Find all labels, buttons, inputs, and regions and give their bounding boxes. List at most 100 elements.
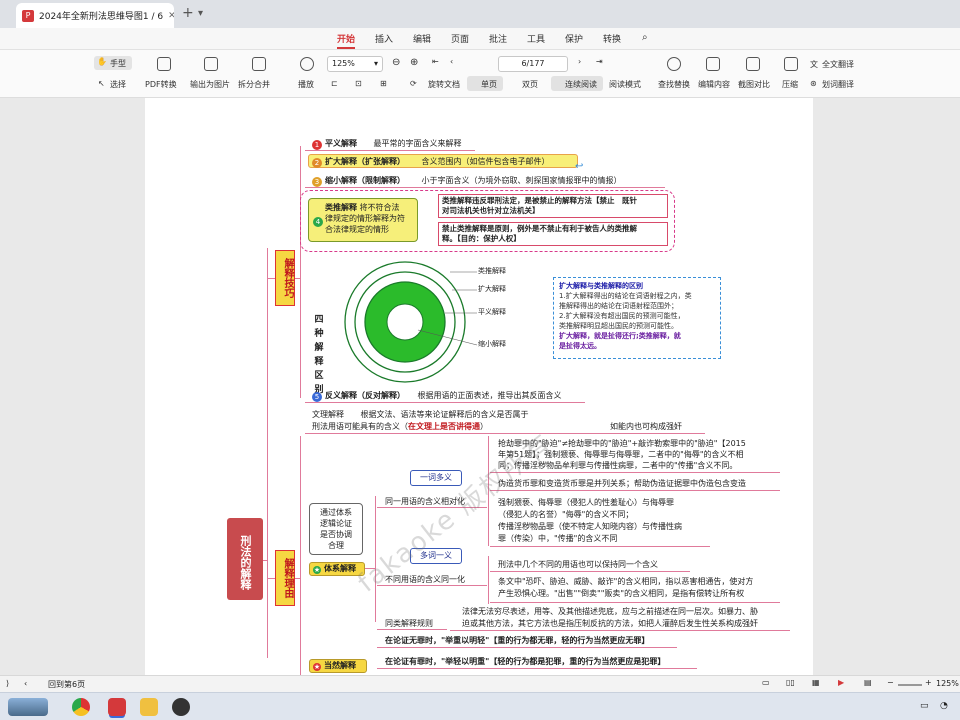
grid-icon[interactable]: ▦ [812, 678, 820, 687]
new-tab-button[interactable]: + [182, 5, 194, 21]
side-char: 四 [314, 315, 324, 325]
systematic-box-line: 合理 [328, 541, 344, 550]
last-page-icon[interactable]: ⇥ [596, 57, 603, 66]
difference-summary: 是扯得太远。 [559, 342, 601, 350]
nav-icon[interactable]: ‹ [24, 679, 27, 688]
menu-tools[interactable]: 工具 [527, 32, 545, 45]
zoom-out-icon[interactable]: ⊖ [392, 57, 400, 68]
first-page-icon[interactable]: ⇤ [432, 57, 439, 66]
nav-prev-icon[interactable]: ⟩ [6, 679, 9, 688]
play-icon [300, 57, 314, 71]
fit-page-icon[interactable]: ⊡ [355, 79, 362, 88]
systematic-box: 通过体系 逻辑论证 是否协调 合理 [309, 503, 363, 555]
zoom-slider[interactable] [898, 684, 922, 686]
underline [305, 187, 665, 188]
pdf-convert-button[interactable]: PDF转换 [145, 79, 177, 90]
underline [490, 490, 780, 491]
rotate-doc-button[interactable]: 旋转文档 [428, 79, 460, 90]
read-icon[interactable]: ▤ [864, 678, 872, 687]
back-to-page-link[interactable]: 回到第6页 [48, 679, 85, 690]
pdf-icon: P [22, 9, 34, 22]
underline [377, 629, 447, 630]
document-viewport[interactable]: 刑法的解释 解释技巧 解释理由 1 平义解释 最平常的字面含义来解释 2 扩大解释（… [0, 98, 960, 675]
export-image-button[interactable]: 输出为图片 [190, 79, 230, 90]
screenshot-compare-button[interactable]: 截图对比 [738, 79, 770, 90]
node-analogy-title: 类推解释 [325, 203, 357, 212]
node-opposite-desc: 根据用语的正面表述，推导出其反面含义 [417, 391, 562, 400]
page-number-value: 6/177 [521, 59, 545, 68]
play-mode-icon[interactable]: ▶ [838, 678, 844, 687]
rotate-icon: ⟳ [410, 79, 417, 88]
status-zoom: 125% [936, 679, 959, 688]
circle-label-literal: 平义解释 [478, 308, 506, 316]
minus-icon[interactable]: − [887, 678, 894, 687]
rule-crime: 在论证有罪时，"举轻以明重"【轻的行为都是犯罪，重的行为当然更应是犯罪】 [385, 657, 666, 666]
page-number-input[interactable]: 6/177 [498, 56, 568, 72]
tab-menu-button[interactable]: ▾ [198, 8, 203, 19]
continuous-read-button[interactable]: 连续阅读 [551, 76, 603, 91]
search-icon[interactable]: ⌕ [642, 32, 648, 43]
menu-protect[interactable]: 保护 [565, 32, 583, 45]
double-layout-icon[interactable]: ▯▯ [786, 678, 795, 687]
pdf-app-icon[interactable] [108, 698, 126, 716]
compress-button[interactable]: 压缩 [782, 79, 798, 90]
system-tray-icon[interactable]: ◔ [940, 701, 948, 711]
next-page-icon[interactable]: › [578, 57, 581, 66]
chevron-down-icon: ▾ [373, 59, 378, 68]
screenshot-compare-icon [746, 57, 760, 71]
hand-tool-button[interactable]: ✋ 手型 [94, 56, 132, 70]
analogy-note-text: 类推解释违反罪刑法定，是被禁止的解释方法【禁止 既针 [442, 196, 637, 205]
number-badge-5: 5 [312, 392, 322, 402]
menu-convert[interactable]: 转换 [603, 32, 621, 45]
single-page-button[interactable]: 单页 [467, 76, 503, 91]
document-tab[interactable]: P 2024年全新刑法思维导图1 / 6 ✕ [16, 3, 174, 28]
node-expand-title: 扩大解释（扩张解释） [325, 157, 405, 166]
prev-page-icon[interactable]: ‹ [450, 57, 453, 66]
branch-reason: 解释理由 [275, 550, 295, 606]
double-page-button[interactable]: 双页 [522, 79, 538, 90]
tag-label: 一词多义 [420, 473, 452, 482]
play-button[interactable]: 播放 [298, 79, 314, 90]
menu-annotate[interactable]: 批注 [489, 32, 507, 45]
menu-edit[interactable]: 编辑 [413, 32, 431, 45]
layout-icon[interactable]: ▭ [762, 678, 770, 687]
notification-icon[interactable]: ▭ [920, 701, 929, 711]
explorer-icon[interactable] [140, 698, 158, 716]
menu-insert[interactable]: 插入 [375, 32, 393, 45]
example-threat: 条文中"恐吓、胁迫、威胁、敲诈"的含义相同，指以恶害相通告，使对方 产生恐惧心理… [498, 576, 753, 600]
find-replace-button[interactable]: 查找替换 [658, 79, 690, 90]
node-expand-desc: 含义范围内（如信件包含电子邮件） [421, 157, 550, 166]
edit-content-button[interactable]: 编辑内容 [698, 79, 730, 90]
read-mode-button[interactable]: 阅读模式 [609, 79, 641, 90]
full-translate-button[interactable]: 全文翻译 [822, 59, 854, 70]
number-badge-2: 2 [312, 158, 322, 168]
zoom-select[interactable]: 125% ▾ [327, 56, 383, 72]
root-label: 刑法的解释 [239, 534, 252, 590]
actual-size-icon[interactable]: ⊞ [380, 79, 387, 88]
split-merge-button[interactable]: 拆分合并 [238, 79, 270, 90]
obs-icon[interactable] [172, 698, 190, 716]
close-icon[interactable]: ✕ [168, 11, 174, 21]
word-translate-icon: ⊛ [810, 79, 817, 88]
example-insult: 强制猥亵、侮辱罪（侵犯人的性羞耻心）与侮辱罪 （侵犯人的名誉）"侮辱"的含义不同… [498, 497, 682, 545]
menu-home[interactable]: 开始 [337, 32, 356, 49]
node-textual-line2: 刑法用语可能具有的含义（在文理上是否讲得通） [312, 421, 488, 432]
menu-page[interactable]: 页面 [451, 32, 469, 45]
select-tool-button[interactable]: 选择 [110, 79, 126, 90]
zoom-value: 125% [332, 59, 355, 68]
tree-line [267, 248, 268, 658]
toolbar: ✋ 手型 ↖ 选择 PDF转换 输出为图片 拆分合并 播放 125% ▾ ⊖ ⊕… [0, 50, 960, 98]
handwritten-note: 如能内也可构成强奸 [610, 422, 682, 431]
node-expand: 2 扩大解释（扩张解释） 含义范围内（如信件包含电子邮件） [312, 156, 550, 168]
export-image-icon [204, 57, 218, 71]
plus-icon[interactable]: + [925, 678, 932, 687]
example-text: 法律无法穷尽表述，用等、及其他描述兜底，应与之前描述在同一层次。如暴力、胁 [462, 607, 758, 616]
word-translate-button[interactable]: 划词翻译 [822, 79, 854, 90]
zoom-in-icon[interactable]: ⊕ [410, 57, 418, 68]
underline [377, 585, 487, 586]
chrome-icon[interactable] [72, 698, 90, 716]
city-thumb-icon[interactable] [8, 698, 48, 716]
fit-width-icon[interactable]: ⊏ [331, 79, 338, 88]
analogy-note-text: 禁止类推解释是原则，例外是不禁止有利于被告人的类推解 [442, 224, 637, 233]
circle-narrow [386, 303, 424, 341]
